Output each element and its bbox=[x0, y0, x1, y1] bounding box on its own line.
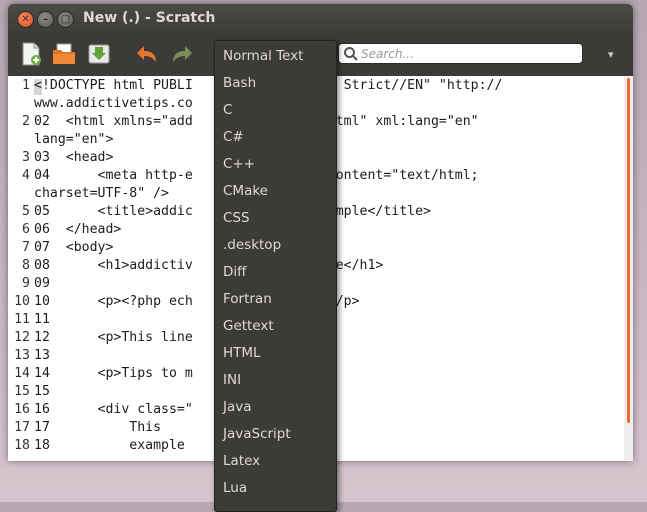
line-number: 3 bbox=[22, 150, 30, 165]
line-number: 18 bbox=[14, 438, 30, 453]
undo-arrow-icon[interactable] bbox=[134, 41, 160, 67]
search-icon bbox=[343, 46, 359, 62]
menu-item-language[interactable]: C# bbox=[223, 124, 244, 150]
menu-item-language[interactable]: C bbox=[223, 97, 232, 123]
menu-item-language[interactable]: Latex bbox=[223, 448, 260, 474]
menu-item-language[interactable]: C++ bbox=[223, 151, 255, 177]
line-number: 12 bbox=[14, 330, 30, 345]
line-text: 13 bbox=[34, 348, 50, 363]
line-number: 16 bbox=[14, 402, 30, 417]
title-bar: ✕ – □ New (.) - Scratch bbox=[8, 4, 633, 34]
redo-arrow-icon[interactable] bbox=[169, 41, 195, 67]
search-input[interactable] bbox=[361, 44, 576, 63]
menu-item-language[interactable]: CMake bbox=[223, 178, 268, 204]
line-text: 09 bbox=[34, 276, 50, 291]
minimize-window-icon[interactable]: – bbox=[37, 11, 54, 28]
menu-item-language[interactable]: Diff bbox=[223, 259, 246, 285]
menu-item-language[interactable]: Lua bbox=[223, 475, 247, 501]
line-number: 6 bbox=[22, 222, 30, 237]
save-download-icon[interactable] bbox=[86, 41, 112, 67]
line-text: 11 bbox=[34, 312, 50, 327]
menu-item-language[interactable]: CSS bbox=[223, 205, 250, 231]
line-number: 13 bbox=[14, 348, 30, 363]
line-number: 9 bbox=[22, 276, 30, 291]
line-text: 18 example bbox=[34, 438, 185, 453]
line-number: 17 bbox=[14, 420, 30, 435]
line-text: 06 </head> bbox=[34, 222, 122, 237]
menu-item-language[interactable]: Fortran bbox=[223, 286, 272, 312]
menu-item-language[interactable]: JavaScript bbox=[223, 421, 291, 447]
search-box[interactable] bbox=[338, 43, 583, 64]
line-number: 11 bbox=[14, 312, 30, 327]
line-number: 4 bbox=[22, 168, 30, 183]
line-text: charset=UTF-8" /> bbox=[34, 186, 169, 201]
open-folder-icon[interactable] bbox=[51, 41, 77, 67]
line-text: lang="en"> bbox=[34, 132, 114, 147]
line-number: 14 bbox=[14, 366, 30, 381]
new-document-icon[interactable] bbox=[18, 41, 44, 67]
menu-item-language[interactable]: .desktop bbox=[223, 232, 281, 258]
line-number: 8 bbox=[22, 258, 30, 273]
line-text: 16 <div class=" bbox=[34, 402, 193, 417]
menu-item-language[interactable]: HTML bbox=[223, 340, 261, 366]
vertical-scrollbar[interactable] bbox=[624, 76, 633, 461]
line-text: 07 <body> bbox=[34, 240, 114, 255]
line-text: www.addictivetips.co bbox=[34, 96, 193, 111]
maximize-window-icon[interactable]: □ bbox=[57, 11, 74, 28]
line-text: 03 <head> bbox=[34, 150, 114, 165]
menu-dropdown-icon[interactable]: ▾ bbox=[608, 48, 614, 61]
window-title: New (.) - Scratch bbox=[83, 10, 216, 26]
menu-item-language[interactable]: Normal Text bbox=[223, 43, 303, 69]
close-window-icon[interactable]: ✕ bbox=[17, 11, 34, 28]
menu-item-language[interactable]: Gettext bbox=[223, 313, 274, 339]
line-number: 5 bbox=[22, 204, 30, 219]
line-number: 15 bbox=[14, 384, 30, 399]
menu-item-language[interactable]: INI bbox=[223, 367, 241, 393]
line-text: 17 This bbox=[34, 420, 162, 435]
menu-item-language[interactable]: Java bbox=[223, 394, 252, 420]
scrollbar-thumb[interactable] bbox=[627, 78, 630, 423]
language-menu: Normal Text Bash C C# C++ CMake CSS .desktop Dif… bbox=[214, 40, 337, 512]
line-number: 1 bbox=[22, 78, 30, 93]
line-number: 2 bbox=[22, 114, 30, 129]
menu-item-language[interactable]: Bash bbox=[223, 70, 256, 96]
line-number: 7 bbox=[22, 240, 30, 255]
line-text: 15 bbox=[34, 384, 50, 399]
line-number: 10 bbox=[14, 294, 30, 309]
